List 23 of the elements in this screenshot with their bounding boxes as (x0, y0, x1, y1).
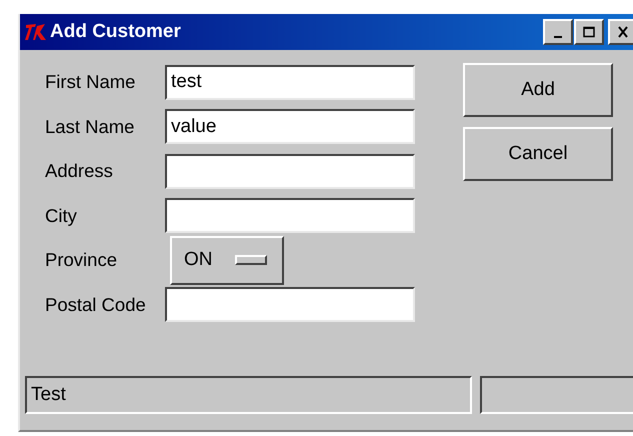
field-label: Province (45, 249, 118, 272)
text-field[interactable] (165, 198, 415, 234)
minimize-button[interactable] (543, 19, 573, 45)
close-button[interactable] (608, 19, 633, 45)
field-label: Address (45, 160, 114, 182)
option-indicator-icon (234, 255, 266, 266)
field-label: Last Name (45, 116, 136, 138)
text-field[interactable]: value (165, 109, 415, 144)
maximize-icon (582, 26, 596, 38)
text-field[interactable] (165, 287, 415, 322)
text-field[interactable]: test (165, 64, 415, 100)
field-label: City (45, 204, 78, 227)
field-label: Postal Code (45, 294, 147, 316)
close-icon (616, 26, 630, 38)
status-panel: Test (25, 376, 472, 414)
text-field[interactable] (165, 154, 415, 189)
option-menu[interactable]: ON (170, 236, 284, 285)
add-button[interactable]: Add (463, 63, 613, 117)
field-label: First Name (45, 71, 136, 94)
maximize-button[interactable] (574, 19, 604, 45)
window-title: Add Customer (50, 21, 181, 43)
cancel-button[interactable]: Cancel (463, 127, 613, 181)
minimize-icon (554, 36, 562, 38)
